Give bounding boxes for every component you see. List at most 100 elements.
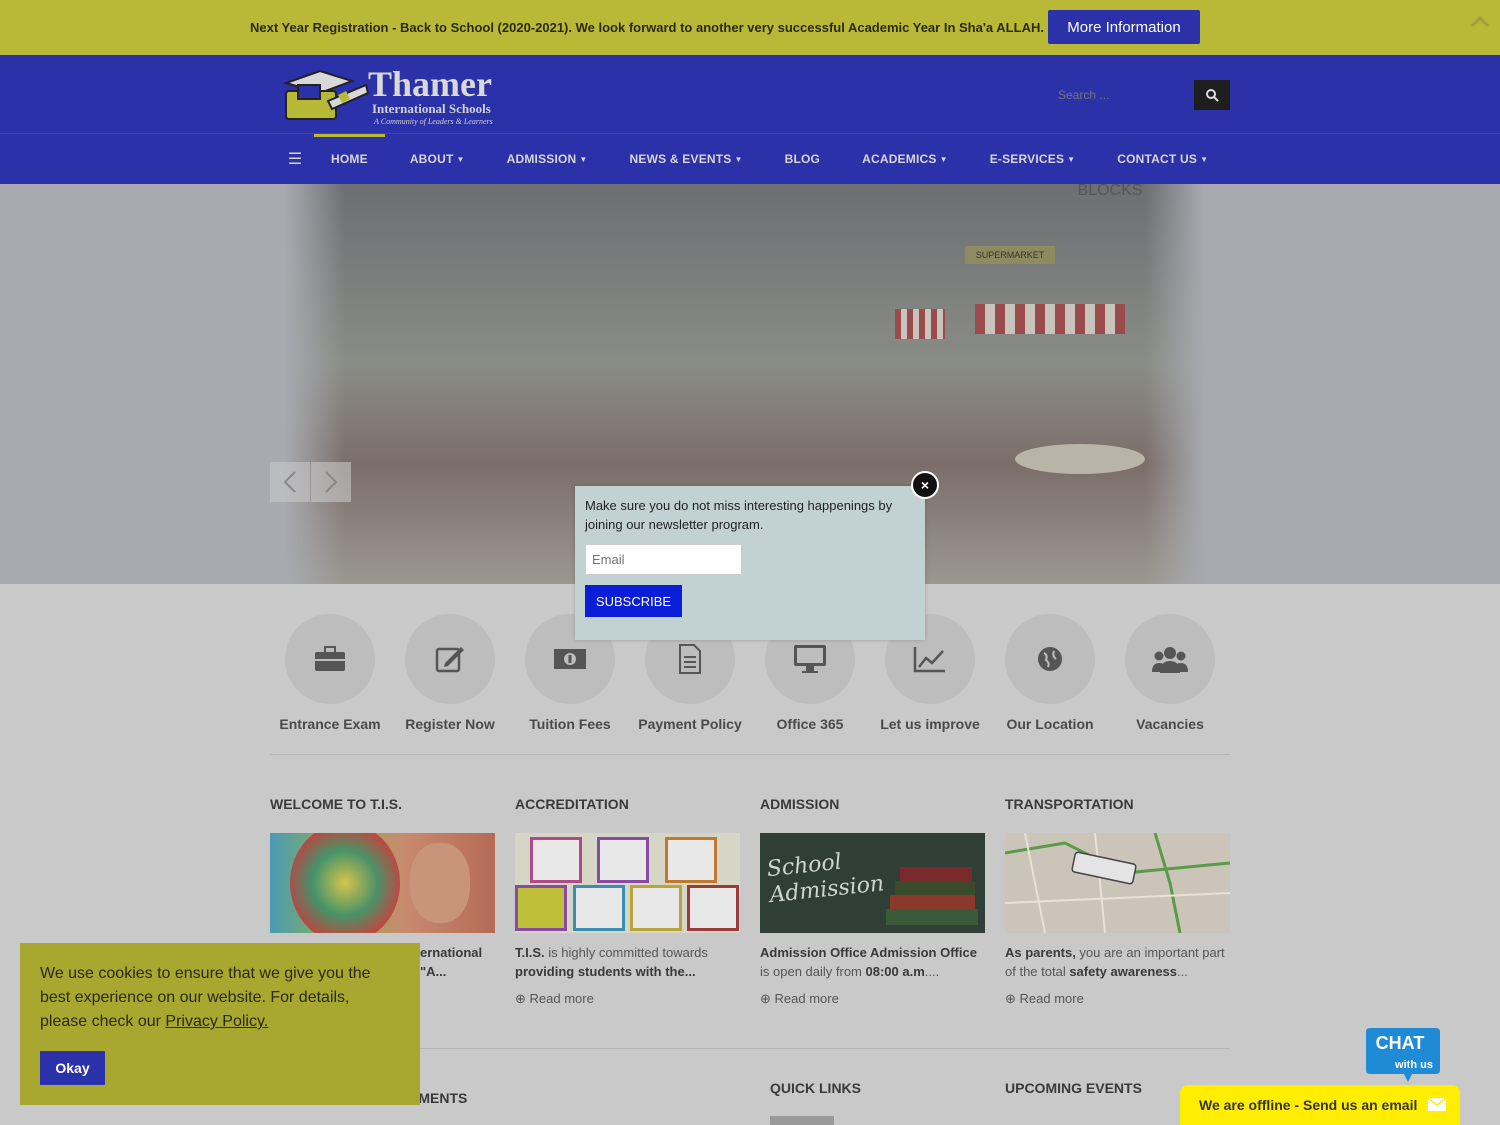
nav-e-services[interactable]: E-SERVICES ▼: [969, 134, 1097, 184]
accreditation-card: ACCREDITATION T.I.S. is highly committed…: [515, 796, 740, 1007]
email-field[interactable]: [585, 544, 742, 575]
nav-academics[interactable]: ACADEMICS ▼: [841, 134, 969, 184]
nav-contact-us[interactable]: CONTACT US ▼: [1096, 134, 1229, 184]
slider-prev-button[interactable]: [270, 462, 310, 502]
quick-icon-label: Office 365: [776, 716, 844, 732]
market-awning: [895, 309, 945, 339]
slider-next-button[interactable]: [311, 462, 351, 502]
nav-home[interactable]: HOME: [310, 134, 389, 184]
quick-icon-label: Register Now: [405, 716, 495, 732]
newsletter-text: Make sure you do not miss interesting ha…: [585, 498, 893, 532]
cookie-banner: We use cookies to ensure that we give yo…: [20, 943, 420, 1105]
users-icon: [1125, 614, 1215, 704]
okay-button[interactable]: Okay: [40, 1051, 105, 1085]
subscribe-button[interactable]: SUBSCRIBE: [585, 585, 682, 617]
nav-label: ADMISSION: [506, 152, 577, 166]
admission-card: ADMISSION School Admission Admission Off…: [760, 796, 985, 1007]
quick-icon-label: Vacancies: [1136, 716, 1204, 732]
card-excerpt: As parents, you are an important part of …: [1005, 943, 1230, 981]
more-information-button[interactable]: More Information: [1048, 10, 1200, 44]
chat-with-us-button[interactable]: CHAT with us: [1366, 1026, 1442, 1082]
plus-circle-icon: ⊕: [760, 991, 771, 1006]
logo-title: Thamer: [368, 64, 492, 104]
envelope-icon: [1428, 1098, 1446, 1111]
our-location-link[interactable]: Our Location: [990, 614, 1110, 754]
excerpt-text: Admission Office Admission Office: [760, 945, 977, 960]
nav-news-events[interactable]: NEWS & EVENTS ▼: [609, 134, 764, 184]
image-fade: [1145, 184, 1205, 584]
quick-icon-label: Our Location: [1006, 716, 1094, 732]
image-fade: [285, 184, 345, 584]
menu-hamburger-icon[interactable]: ☰: [280, 134, 310, 184]
nav-label: BLOG: [784, 152, 821, 166]
search-input[interactable]: [1050, 80, 1194, 110]
register-now-link[interactable]: Register Now: [390, 614, 510, 754]
plus-circle-icon: ⊕: [1005, 991, 1016, 1006]
card-heading: WELCOME TO T.I.S.: [270, 796, 402, 812]
globe-icon: [1005, 614, 1095, 704]
chevron-up-icon[interactable]: [1468, 10, 1492, 34]
announcement-text: Next Year Registration - Back to School …: [250, 20, 1044, 35]
accreditation-thumbnail[interactable]: [515, 833, 740, 933]
nav-about[interactable]: ABOUT ▼: [389, 134, 486, 184]
main-nav: ☰ HOME ABOUT ▼ ADMISSION ▼ NEWS & EVENTS ▼ …: [280, 134, 1229, 184]
newsletter-popup: Make sure you do not miss interesting ha…: [575, 486, 925, 640]
supermarket-sign: SUPERMARKET: [965, 246, 1055, 264]
map-illustration: [1005, 833, 1230, 933]
entrance-exam-link[interactable]: Entrance Exam: [270, 614, 390, 754]
excerpt-text: T.I.S.: [515, 945, 545, 960]
transportation-thumbnail[interactable]: [1005, 833, 1230, 933]
quick-icon-label: Entrance Exam: [279, 716, 381, 732]
classroom-table: [1015, 444, 1145, 474]
excerpt-text: providing students with the...: [515, 964, 696, 979]
welcome-thumbnail[interactable]: [270, 833, 495, 933]
quick-icon-label: Let us improve: [880, 716, 980, 732]
close-icon[interactable]: ×: [911, 471, 939, 499]
logo-emblem-icon: [282, 69, 370, 120]
search-button[interactable]: [1194, 80, 1230, 110]
quick-link-thumbnail[interactable]: [770, 1116, 834, 1125]
nav-blog[interactable]: BLOG: [764, 134, 841, 184]
caret-down-icon: ▼: [1200, 154, 1209, 164]
chalkboard-text: School Admission: [765, 849, 886, 909]
nav-label: CONTACT US: [1117, 152, 1198, 166]
logo-subtitle: International Schools: [372, 101, 491, 116]
edit-icon: [405, 614, 495, 704]
nav-admission[interactable]: ADMISSION ▼: [486, 134, 609, 184]
excerpt-text: ....: [924, 964, 940, 979]
read-more-label: Read more: [774, 991, 839, 1006]
section-divider: [270, 754, 1230, 755]
caret-down-icon: ▼: [939, 154, 948, 164]
quick-icon-label: Payment Policy: [638, 716, 742, 732]
card-heading: ADMISSION: [760, 796, 840, 812]
nav-label: ACADEMICS: [862, 152, 937, 166]
privacy-policy-link[interactable]: Privacy Policy.: [165, 1013, 268, 1030]
quick-icon-label: Tuition Fees: [529, 716, 611, 732]
excerpt-text: you are an important part: [1075, 945, 1225, 960]
read-more-link[interactable]: ⊕ Read more: [1005, 991, 1230, 1007]
upcoming-events-heading: UPCOMING EVENTS: [1005, 1080, 1142, 1096]
blocks-sign: BLOCKS: [1077, 184, 1143, 199]
read-more-link[interactable]: ⊕ Read more: [760, 991, 985, 1007]
search-icon: [1206, 89, 1219, 102]
caret-down-icon: ▼: [1067, 154, 1076, 164]
site-header: Thamer International Schools A Community…: [0, 55, 1500, 184]
caret-down-icon: ▼: [579, 154, 588, 164]
excerpt-text: safety awareness: [1069, 964, 1178, 979]
read-more-label: Read more: [1019, 991, 1084, 1006]
caret-down-icon: ▼: [734, 154, 743, 164]
vacancies-link[interactable]: Vacancies: [1110, 614, 1230, 754]
card-excerpt: T.I.S. is highly committed towards provid…: [515, 943, 740, 981]
offline-chat-bar[interactable]: We are offline - Send us an email: [1180, 1085, 1460, 1125]
excerpt-text: As parents,: [1005, 945, 1076, 960]
excerpt-text: "A...: [420, 964, 447, 979]
admission-thumbnail[interactable]: School Admission: [760, 833, 985, 933]
excerpt-text: ...: [1177, 964, 1188, 979]
briefcase-icon: [285, 614, 375, 704]
excerpt-text: ernational: [420, 945, 483, 960]
read-more-link[interactable]: ⊕ Read more: [515, 991, 740, 1007]
school-logo[interactable]: Thamer International Schools A Community…: [280, 63, 505, 126]
nav-label: HOME: [331, 152, 368, 166]
card-heading: TRANSPORTATION: [1005, 796, 1134, 812]
logo-tagline: A Community of Leaders & Learners: [374, 117, 493, 126]
